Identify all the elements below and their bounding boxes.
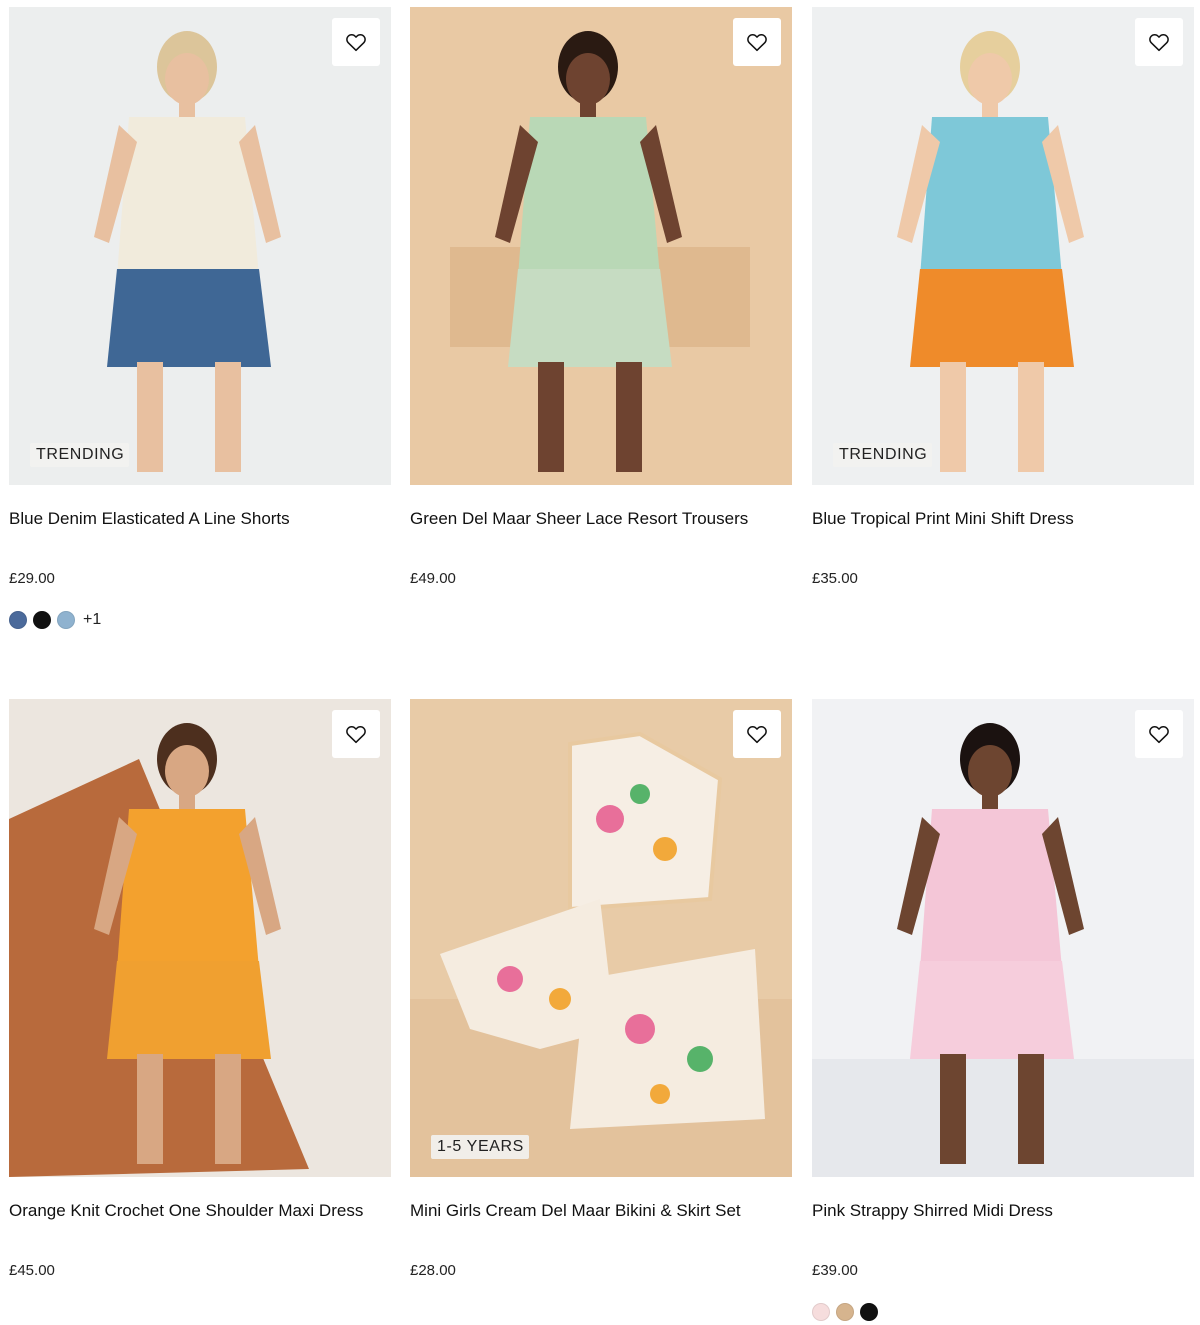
product-image[interactable] <box>812 7 1194 485</box>
heart-icon <box>747 726 767 744</box>
wishlist-button[interactable] <box>733 18 781 66</box>
product-image[interactable] <box>410 699 792 1177</box>
heart-icon <box>1149 34 1169 52</box>
product-image[interactable] <box>812 699 1194 1177</box>
colour-swatch[interactable] <box>33 611 51 629</box>
product-photo <box>812 7 1194 485</box>
product-title[interactable]: Pink Strappy Shirred Midi Dress <box>812 1200 1053 1222</box>
product-price: £45.00 <box>9 1262 55 1279</box>
product-title[interactable]: Blue Denim Elasticated A Line Shorts <box>9 508 290 530</box>
heart-icon <box>1149 726 1169 744</box>
product-card[interactable]: Green Del Maar Sheer Lace Resort Trouser… <box>410 7 792 587</box>
wishlist-button[interactable] <box>1135 710 1183 758</box>
heart-icon <box>747 34 767 52</box>
more-colours-count[interactable]: +1 <box>83 611 101 629</box>
wishlist-button[interactable] <box>332 710 380 758</box>
product-photo <box>812 699 1194 1177</box>
colour-swatch[interactable] <box>812 1303 830 1321</box>
product-price: £28.00 <box>410 1262 456 1279</box>
product-photo <box>410 7 792 485</box>
wishlist-button[interactable] <box>733 710 781 758</box>
heart-icon <box>346 726 366 744</box>
colour-swatch[interactable] <box>836 1303 854 1321</box>
product-badge: TRENDING <box>30 443 130 467</box>
product-price: £29.00 <box>9 570 55 587</box>
product-title[interactable]: Mini Girls Cream Del Maar Bikini & Skirt… <box>410 1200 741 1222</box>
heart-icon <box>346 34 366 52</box>
colour-swatch[interactable] <box>860 1303 878 1321</box>
product-price: £39.00 <box>812 1262 858 1279</box>
product-card[interactable]: Orange Knit Crochet One Shoulder Maxi Dr… <box>9 699 391 1279</box>
colour-swatch[interactable] <box>57 611 75 629</box>
product-image[interactable] <box>410 7 792 485</box>
product-photo <box>9 7 391 485</box>
product-card[interactable]: TRENDING Blue Denim Elasticated A Line S… <box>9 7 391 629</box>
product-price: £35.00 <box>812 570 858 587</box>
product-image[interactable] <box>9 7 391 485</box>
product-card[interactable]: 1-5 YEARS Mini Girls Cream Del Maar Biki… <box>410 699 792 1279</box>
colour-swatches: +1 <box>9 611 101 629</box>
product-card[interactable]: Pink Strappy Shirred Midi Dress £39.00 <box>812 699 1194 1321</box>
product-card[interactable]: TRENDING Blue Tropical Print Mini Shift … <box>812 7 1194 587</box>
product-title[interactable]: Green Del Maar Sheer Lace Resort Trouser… <box>410 508 748 530</box>
product-badge: TRENDING <box>833 443 933 467</box>
colour-swatch[interactable] <box>9 611 27 629</box>
wishlist-button[interactable] <box>332 18 380 66</box>
product-image[interactable] <box>9 699 391 1177</box>
product-photo <box>9 699 391 1177</box>
colour-swatches <box>812 1303 878 1321</box>
wishlist-button[interactable] <box>1135 18 1183 66</box>
product-title[interactable]: Blue Tropical Print Mini Shift Dress <box>812 508 1074 530</box>
product-title[interactable]: Orange Knit Crochet One Shoulder Maxi Dr… <box>9 1200 363 1222</box>
product-badge: 1-5 YEARS <box>431 1135 529 1159</box>
product-price: £49.00 <box>410 570 456 587</box>
product-photo <box>410 699 792 1177</box>
